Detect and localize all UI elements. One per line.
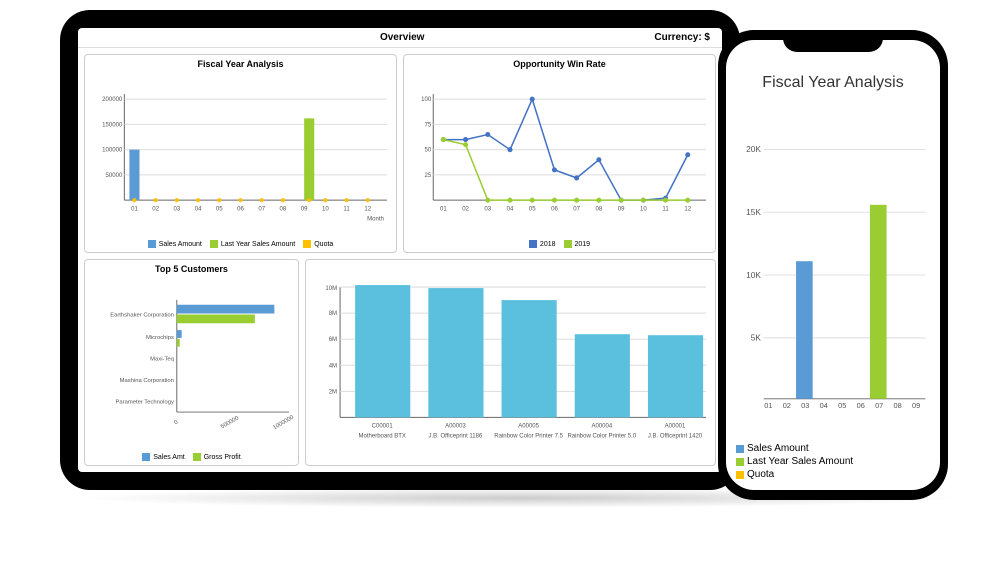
- svg-text:08: 08: [894, 401, 902, 410]
- svg-text:20K: 20K: [746, 144, 761, 154]
- phone-legend: Sales Amount Last Year Sales Amount Quot…: [736, 443, 930, 482]
- svg-text:02: 02: [783, 401, 791, 410]
- svg-text:06: 06: [857, 401, 865, 410]
- svg-text:04: 04: [820, 401, 828, 410]
- panel-top5: Top 5 Customers Earthshak: [84, 259, 299, 466]
- currency-label: Currency: $: [654, 32, 710, 43]
- chart-title: Top 5 Customers: [89, 264, 294, 274]
- svg-text:15K: 15K: [746, 207, 761, 217]
- svg-text:Motherboard BTX: Motherboard BTX: [358, 434, 405, 440]
- chart-title: Fiscal Year Analysis: [89, 59, 392, 69]
- svg-text:Rainbow Color Printer 5.0: Rainbow Color Printer 5.0: [567, 434, 636, 440]
- svg-text:08: 08: [596, 206, 603, 212]
- svg-text:07: 07: [258, 206, 265, 212]
- svg-text:Maxi-Teq: Maxi-Teq: [150, 357, 174, 363]
- svg-text:5K: 5K: [751, 333, 762, 343]
- svg-text:A00001: A00001: [665, 424, 686, 430]
- fiscal-year-chart[interactable]: 50000 100000 150000 200000: [89, 71, 392, 238]
- svg-text:02: 02: [462, 206, 469, 212]
- svg-text:02: 02: [152, 206, 159, 212]
- panel-opportunity: Opportunity Win Rate 25 50 75 100: [403, 54, 716, 253]
- svg-text:J.B. Officeprint 1186: J.B. Officeprint 1186: [428, 434, 482, 440]
- chart-title: Opportunity Win Rate: [408, 59, 711, 69]
- svg-text:10: 10: [322, 206, 329, 212]
- phone-notch: [783, 30, 883, 52]
- svg-text:25: 25: [424, 173, 431, 179]
- svg-text:07: 07: [573, 206, 580, 212]
- svg-text:06: 06: [551, 206, 558, 212]
- svg-text:4M: 4M: [329, 364, 337, 370]
- svg-text:12: 12: [684, 206, 691, 212]
- products-chart[interactable]: 2M 4M 6M 8M 10M C00001: [310, 264, 711, 461]
- svg-text:1000000: 1000000: [272, 415, 294, 432]
- svg-text:J.B. Officeprint 1420: J.B. Officeprint 1420: [648, 434, 703, 440]
- svg-text:0: 0: [173, 420, 179, 427]
- svg-text:2M: 2M: [329, 390, 337, 396]
- svg-text:10K: 10K: [746, 270, 761, 280]
- svg-text:Mashina Corporation: Mashina Corporation: [120, 378, 174, 384]
- svg-text:50000: 50000: [106, 173, 123, 179]
- svg-text:06: 06: [237, 206, 244, 212]
- opportunity-legend: 2018 2019: [408, 240, 711, 248]
- svg-text:100000: 100000: [102, 148, 123, 154]
- svg-text:Microchips: Microchips: [146, 335, 174, 341]
- tablet-header: Overview Currency: $: [78, 28, 722, 48]
- svg-text:04: 04: [195, 206, 202, 212]
- svg-text:200000: 200000: [102, 97, 123, 103]
- svg-text:05: 05: [838, 401, 846, 410]
- svg-text:04: 04: [507, 206, 514, 212]
- svg-text:6M: 6M: [329, 338, 337, 344]
- svg-text:03: 03: [801, 401, 809, 410]
- svg-text:50: 50: [424, 148, 431, 154]
- svg-text:75: 75: [424, 122, 431, 128]
- svg-text:05: 05: [529, 206, 536, 212]
- phone-frame: Fiscal Year Analysis 20K 15K 10K 5K 01 02…: [718, 30, 948, 500]
- svg-text:01: 01: [764, 401, 772, 410]
- svg-text:A00005: A00005: [518, 424, 539, 430]
- svg-text:08: 08: [280, 206, 287, 212]
- svg-text:Month: Month: [367, 216, 384, 222]
- svg-text:09: 09: [912, 401, 920, 410]
- svg-text:05: 05: [216, 206, 223, 212]
- svg-text:03: 03: [174, 206, 181, 212]
- svg-text:Earthshaker Corporation: Earthshaker Corporation: [110, 313, 174, 319]
- svg-text:A00004: A00004: [591, 424, 612, 430]
- top5-legend: Sales Amt Gross Profit: [89, 453, 294, 461]
- svg-text:03: 03: [484, 206, 491, 212]
- svg-text:11: 11: [343, 206, 350, 212]
- tablet-frame: Overview Currency: $ Fiscal Year Analysi…: [60, 10, 740, 490]
- svg-text:07: 07: [875, 401, 883, 410]
- svg-text:10: 10: [640, 206, 647, 212]
- top5-chart[interactable]: Earthshaker Corporation Microchips Maxi-…: [89, 276, 294, 451]
- svg-text:100: 100: [421, 97, 432, 103]
- page-title: Overview: [150, 32, 654, 43]
- svg-text:A00003: A00003: [445, 424, 466, 430]
- phone-fiscal-chart[interactable]: 20K 15K 10K 5K 01 02 03 04 05 06 07 08 09: [736, 100, 930, 439]
- svg-text:12: 12: [364, 206, 371, 212]
- svg-text:C00001: C00001: [372, 424, 394, 430]
- svg-text:Parameter Technology: Parameter Technology: [116, 400, 174, 406]
- fiscal-legend: Sales Amount Last Year Sales Amount Quot…: [89, 240, 392, 248]
- svg-text:11: 11: [662, 206, 669, 212]
- svg-text:10M: 10M: [325, 287, 337, 293]
- svg-text:500000: 500000: [220, 416, 241, 431]
- svg-text:01: 01: [131, 206, 138, 212]
- svg-text:09: 09: [618, 206, 625, 212]
- panel-products: 2M 4M 6M 8M 10M C00001: [305, 259, 716, 466]
- svg-text:01: 01: [440, 206, 447, 212]
- svg-text:09: 09: [301, 206, 308, 212]
- panel-fiscal-year: Fiscal Year Analysis 50000 100000 1: [84, 54, 397, 253]
- tablet-screen: Overview Currency: $ Fiscal Year Analysi…: [78, 28, 722, 472]
- svg-text:Rainbow Color Printer 7.5: Rainbow Color Printer 7.5: [494, 434, 563, 440]
- svg-text:150000: 150000: [102, 122, 123, 128]
- opportunity-chart[interactable]: 25 50 75 100 01 02 03 04 05 06 07 08 09 10 11 12: [408, 71, 711, 238]
- svg-text:8M: 8M: [329, 312, 337, 318]
- phone-chart-title: Fiscal Year Analysis: [736, 74, 930, 92]
- phone-screen: Fiscal Year Analysis 20K 15K 10K 5K 01 02…: [726, 40, 940, 490]
